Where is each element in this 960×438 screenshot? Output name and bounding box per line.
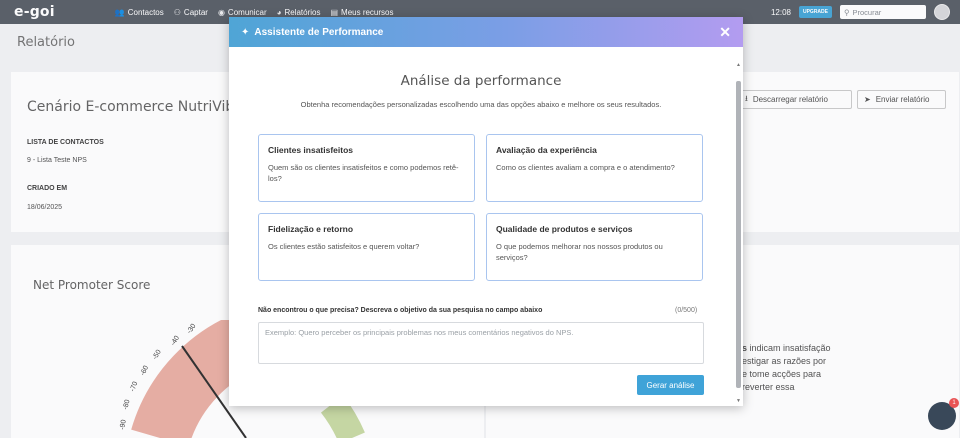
modal-title: Assistente de Performance <box>254 26 384 38</box>
option-description: O que podemos melhorar nos nossos produt… <box>496 242 663 262</box>
option-qualidade-produtos[interactable]: Qualidade de produtos e serviços O que p… <box>486 213 703 281</box>
custom-prompt-label: Não encontrou o que precisa? Descreva o … <box>258 307 543 314</box>
option-clientes-insatisfeitos[interactable]: Clientes insatisfeitos Quem são os clien… <box>258 134 475 202</box>
analysis-heading: Análise da performance <box>400 73 562 89</box>
option-title: Fidelização e retorno <box>268 224 354 234</box>
modal-header: ✦ Assistente de Performance <box>229 17 743 47</box>
scroll-down-icon[interactable]: ▼ <box>735 397 742 405</box>
option-title: Clientes insatisfeitos <box>268 145 354 155</box>
option-description: Como os clientes avaliam a compra e o at… <box>496 163 675 172</box>
analysis-subheading: Obtenha recomendações personalizadas esc… <box>300 100 662 109</box>
option-avaliacao-experiencia[interactable]: Avaliação da experiência Como os cliente… <box>486 134 703 202</box>
scrollbar-thumb[interactable] <box>736 81 741 388</box>
modal-scrollbar[interactable]: ▲ ▼ <box>735 61 742 406</box>
option-title: Avaliação da experiência <box>496 145 597 155</box>
performance-assistant-modal: ✦ Assistente de Performance ✕ ▲ ▼ Anális… <box>229 17 743 406</box>
close-icon[interactable]: ✕ <box>719 24 731 40</box>
option-title: Qualidade de produtos e serviços <box>496 224 633 234</box>
sparkle-icon: ✦ <box>241 26 250 38</box>
option-description: Os clientes estão satisfeitos e querem v… <box>268 242 420 251</box>
custom-prompt-textarea[interactable] <box>258 322 704 364</box>
generate-analysis-button[interactable]: Gerar análise <box>637 375 704 395</box>
option-fidelizacao-retorno[interactable]: Fidelização e retorno Os clientes estão … <box>258 213 475 281</box>
scroll-up-icon[interactable]: ▲ <box>735 61 742 69</box>
option-description: Quem são os clientes insatisfeitos e com… <box>268 163 459 183</box>
character-counter: (0/500) <box>675 307 698 314</box>
